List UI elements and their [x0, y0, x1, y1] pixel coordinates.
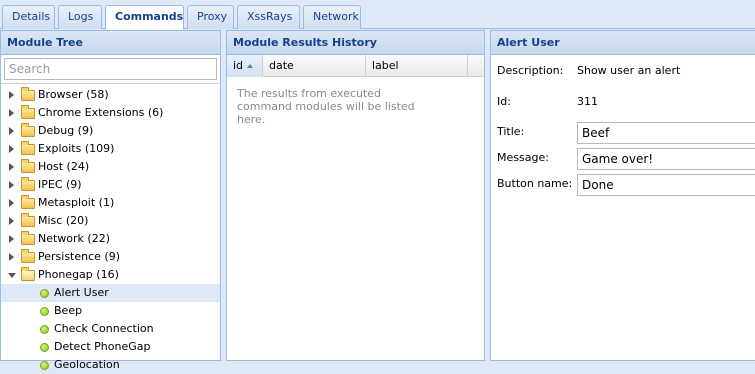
column-label[interactable]: label	[366, 55, 468, 77]
results-history-panel: Module Results History id date label The…	[226, 30, 485, 361]
module-status-icon	[40, 361, 49, 370]
tree-folder-label: Debug (9)	[38, 124, 94, 137]
module-status-icon	[40, 343, 49, 352]
expand-arrow-icon[interactable]	[9, 235, 14, 243]
tab-details[interactable]: Details	[2, 5, 55, 29]
search-input[interactable]	[4, 58, 217, 80]
module-tree-title: Module Tree	[1, 31, 220, 55]
tree-item-detect-phonegap[interactable]: Detect PhoneGap	[1, 338, 220, 356]
column-date-label: date	[269, 59, 294, 72]
grid-header: id date label	[227, 55, 484, 77]
tree-item-label: Beep	[54, 304, 83, 317]
tree-folder-label: Browser (58)	[38, 88, 109, 101]
button-name-field[interactable]	[577, 174, 755, 196]
module-status-icon	[40, 307, 49, 316]
tree-folder-label: Exploits (109)	[38, 142, 115, 155]
collapse-arrow-icon[interactable]	[8, 273, 16, 278]
id-value: 311	[577, 95, 598, 108]
column-id[interactable]: id	[227, 55, 263, 77]
tab-bar: Details Logs Commands Proxy XssRays Netw…	[0, 0, 755, 30]
tree-folder-debug[interactable]: Debug (9)	[1, 122, 220, 140]
tree-folder-persistence[interactable]: Persistence (9)	[1, 248, 220, 266]
module-tree: Browser (58) Chrome Extensions (6) Debug…	[1, 84, 220, 374]
tab-logs[interactable]: Logs	[58, 5, 102, 29]
tree-folder-phonegap[interactable]: Phonegap (16)	[1, 266, 220, 284]
column-date[interactable]: date	[263, 55, 366, 77]
column-label-label: label	[372, 59, 399, 72]
tree-folder-metasploit[interactable]: Metasploit (1)	[1, 194, 220, 212]
folder-icon	[21, 231, 35, 245]
tree-folder-label: IPEC (9)	[38, 178, 82, 191]
tree-folder-label: Misc (20)	[38, 214, 89, 227]
tab-network[interactable]: Network	[303, 5, 361, 29]
module-status-icon	[40, 289, 49, 298]
tree-item-alert-user[interactable]: Alert User	[1, 284, 220, 302]
sort-asc-icon	[247, 64, 254, 68]
folder-icon	[21, 159, 35, 173]
results-history-title: Module Results History	[227, 31, 484, 55]
tab-commands[interactable]: Commands	[105, 5, 184, 30]
tree-item-label: Alert User	[54, 286, 109, 299]
tree-folder-chrome-extensions[interactable]: Chrome Extensions (6)	[1, 104, 220, 122]
folder-icon	[21, 195, 35, 209]
description-value: Show user an alert	[577, 64, 681, 77]
tree-item-beep[interactable]: Beep	[1, 302, 220, 320]
tree-folder-exploits[interactable]: Exploits (109)	[1, 140, 220, 158]
tree-item-geolocation[interactable]: Geolocation	[1, 356, 220, 374]
description-label: Description:	[497, 64, 564, 77]
module-status-icon	[40, 325, 49, 334]
button-name-label: Button name:	[497, 177, 573, 190]
tree-folder-label: Metasploit (1)	[38, 196, 115, 209]
folder-icon	[21, 177, 35, 191]
message-label: Message:	[497, 151, 549, 164]
tree-folder-misc[interactable]: Misc (20)	[1, 212, 220, 230]
alert-user-panel: Alert User Description: Show user an ale…	[490, 30, 755, 361]
tree-folder-ipec[interactable]: IPEC (9)	[1, 176, 220, 194]
column-id-label: id	[233, 59, 244, 72]
empty-results-message: The results from executed command module…	[237, 87, 415, 126]
tree-folder-label: Phonegap (16)	[38, 268, 119, 281]
title-field[interactable]	[577, 122, 755, 144]
title-label: Title:	[497, 125, 525, 138]
expand-arrow-icon[interactable]	[9, 253, 14, 261]
folder-icon	[21, 105, 35, 119]
tree-folder-label: Chrome Extensions (6)	[38, 106, 164, 119]
tree-folder-label: Persistence (9)	[38, 250, 120, 263]
tab-proxy[interactable]: Proxy	[187, 5, 234, 29]
tree-folder-label: Host (24)	[38, 160, 90, 173]
folder-icon	[21, 87, 35, 101]
expand-arrow-icon[interactable]	[9, 127, 14, 135]
tree-folder-network[interactable]: Network (22)	[1, 230, 220, 248]
alert-user-title: Alert User	[491, 31, 755, 55]
folder-icon	[21, 123, 35, 137]
expand-arrow-icon[interactable]	[9, 91, 14, 99]
folder-icon	[21, 249, 35, 263]
expand-arrow-icon[interactable]	[9, 145, 14, 153]
expand-arrow-icon[interactable]	[9, 163, 14, 171]
tree-folder-browser[interactable]: Browser (58)	[1, 86, 220, 104]
folder-icon	[21, 141, 35, 155]
tree-folder-host[interactable]: Host (24)	[1, 158, 220, 176]
module-tree-panel: Module Tree Browser (58) Chrome Extensio…	[0, 30, 221, 371]
open-folder-icon	[21, 267, 35, 281]
tab-xssrays[interactable]: XssRays	[237, 5, 300, 29]
tree-item-label: Geolocation	[54, 358, 120, 371]
folder-icon	[21, 213, 35, 227]
expand-arrow-icon[interactable]	[9, 217, 14, 225]
tree-item-label: Check Connection	[54, 322, 154, 335]
expand-arrow-icon[interactable]	[9, 181, 14, 189]
message-field[interactable]	[577, 148, 755, 170]
id-label: Id:	[497, 95, 511, 108]
expand-arrow-icon[interactable]	[9, 109, 14, 117]
tree-item-check-connection[interactable]: Check Connection	[1, 320, 220, 338]
expand-arrow-icon[interactable]	[9, 199, 14, 207]
tree-item-label: Detect PhoneGap	[54, 340, 151, 353]
tree-folder-label: Network (22)	[38, 232, 111, 245]
